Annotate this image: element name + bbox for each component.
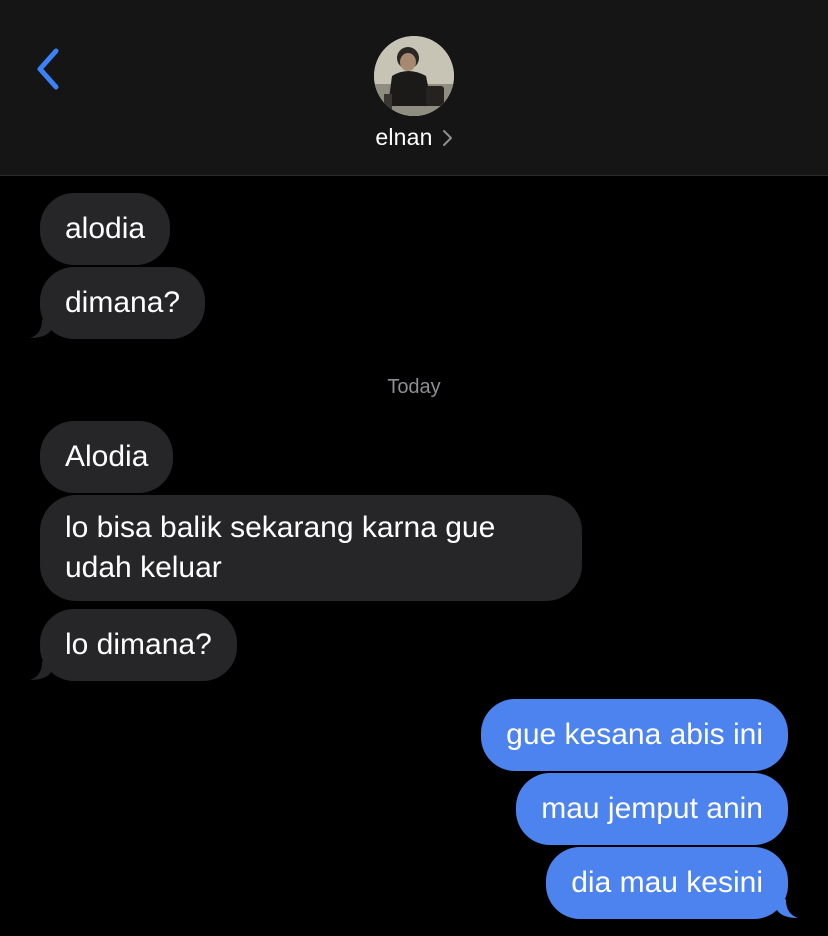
message-bubble-incoming[interactable]: dimana? — [40, 267, 206, 339]
message-text: alodia — [65, 212, 146, 245]
bubble-tail — [776, 890, 798, 918]
timestamp-divider: Today — [387, 376, 441, 398]
message-bubble-incoming[interactable]: lo dimana? — [40, 609, 237, 681]
message-bubble-incoming[interactable]: Alodia — [40, 421, 174, 493]
contact-name-button[interactable]: elnan — [0, 124, 828, 151]
message-text: dia mau kesini — [571, 866, 763, 899]
bubble-tail — [30, 652, 52, 680]
bubble-tail — [30, 310, 52, 338]
conversation-header: elnan — [0, 0, 828, 176]
message-text: Alodia — [65, 440, 149, 473]
message-text: lo dimana? — [65, 628, 212, 661]
message-bubble-outgoing[interactable]: dia mau kesini — [546, 847, 788, 919]
chevron-left-icon — [37, 48, 59, 90]
message-bubble-outgoing[interactable]: gue kesana abis ini — [481, 699, 788, 771]
message-bubble-incoming[interactable]: lo bisa balik sekarang karna gue udah ke… — [40, 495, 582, 601]
message-bubble-outgoing[interactable]: mau jemput anin — [516, 773, 788, 845]
contact-name: elnan — [375, 124, 433, 150]
message-text: mau jemput anin — [541, 792, 763, 825]
avatar-photo — [374, 36, 454, 116]
message-text: gue kesana abis ini — [506, 718, 763, 751]
message-text: dimana? — [65, 286, 181, 319]
message-bubble-incoming[interactable]: alodia — [40, 193, 171, 265]
message-text: lo bisa balik sekarang karna gue udah ke… — [65, 511, 496, 584]
chevron-right-icon — [441, 129, 453, 147]
contact-avatar[interactable] — [374, 36, 454, 116]
back-button[interactable] — [26, 42, 70, 96]
